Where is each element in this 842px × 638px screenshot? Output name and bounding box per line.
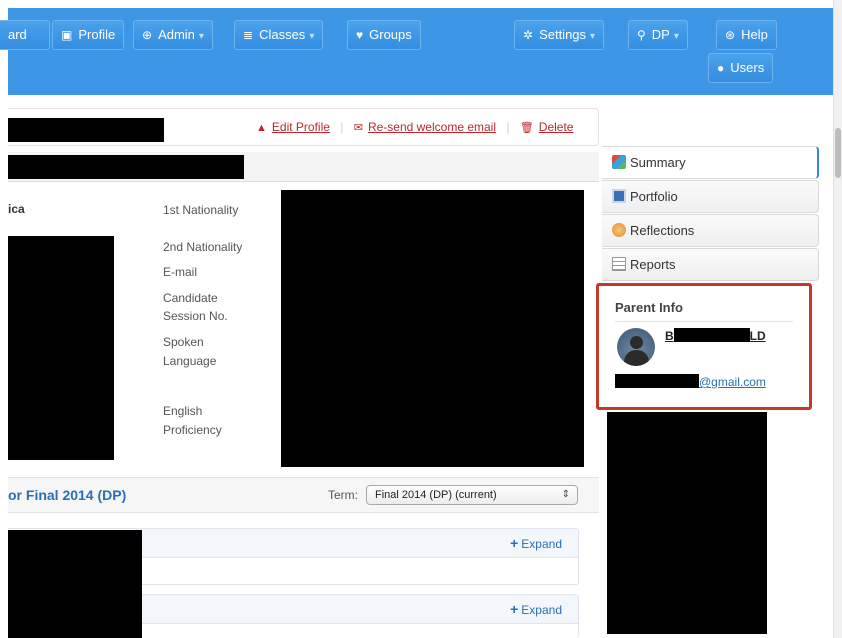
spoken-label: Spoken [163, 335, 204, 349]
chevron-down-icon: ▾ [198, 31, 204, 42]
nav-label: DP [651, 27, 670, 42]
nav-users-button[interactable]: ● Users [708, 53, 774, 83]
first-nationality-label: 1st Nationality [163, 203, 239, 217]
language-label: Language [163, 354, 217, 368]
tab-reflections[interactable]: Reflections [602, 214, 819, 247]
profile-actions: ▲ Edit Profile | ✉ Re-send welcome email |… [256, 120, 573, 134]
term-title: or Final 2014 (DP) [8, 487, 127, 503]
redacted-block [8, 155, 244, 179]
term-select-value: Final 2014 (DP) (current) [375, 489, 497, 501]
nav-label: Groups [369, 27, 412, 42]
profile-header: ▲ Edit Profile | ✉ Re-send welcome email |… [8, 108, 599, 146]
envelope-icon: ✉ [353, 122, 363, 134]
reports-icon [612, 257, 626, 271]
session-no-label: Session No. [163, 309, 228, 323]
email-label: E-mail [163, 265, 198, 279]
proficiency-label: Proficiency [163, 423, 222, 437]
parent-name-link[interactable]: B LD [665, 328, 766, 343]
gear-icon: ✲ [523, 28, 534, 42]
nav-settings-button[interactable]: ✲ Settings ▾ [514, 20, 605, 50]
search-icon: ⚲ [637, 28, 646, 42]
chevron-down-icon: ▾ [309, 31, 315, 42]
english-label: English [163, 404, 203, 418]
trophy-icon: ♥ [356, 28, 364, 42]
redacted-inline [615, 374, 699, 388]
user-icon: ● [717, 61, 725, 75]
edit-profile-link[interactable]: Edit Profile [272, 120, 330, 134]
reflections-icon [612, 223, 626, 237]
plus-icon: + [510, 601, 519, 617]
redacted-block [281, 190, 584, 467]
chevron-down-icon: ▾ [590, 31, 596, 42]
scrollbar[interactable] [833, 0, 842, 638]
delete-link[interactable]: Delete [539, 120, 574, 134]
parent-email-suffix: @gmail.com [699, 375, 766, 389]
nav-label: Classes [259, 27, 306, 42]
user-icon: ▲ [256, 122, 267, 134]
nav-label: Profile [78, 27, 116, 42]
tab-reports[interactable]: Reports [602, 248, 819, 281]
nav-groups-button[interactable]: ♥ Groups [347, 20, 421, 50]
tab-label: Reflections [630, 223, 695, 238]
nav-dashboard-button[interactable]: ard [0, 20, 50, 50]
plus-icon: + [510, 535, 519, 551]
student-info-section: ica 1st Nationality 2nd Nationality E-ma… [8, 182, 599, 477]
tab-portfolio[interactable]: Portfolio [602, 180, 819, 213]
nav-label: Users [730, 60, 765, 75]
redacted-block [607, 412, 767, 634]
redacted-block [8, 118, 164, 142]
resend-welcome-email-link[interactable]: Re-send welcome email [368, 120, 496, 134]
redacted-inline [673, 328, 750, 342]
lifebuoy-icon: ⊛ [725, 28, 736, 42]
chevron-down-icon: ▾ [673, 31, 679, 42]
trash-icon: 🗑 [519, 122, 534, 134]
redacted-block [8, 236, 114, 460]
tab-label: Portfolio [630, 189, 678, 204]
parent-info-card: Parent Info B LD @gmail.com [596, 283, 812, 410]
parent-name-start: B [665, 329, 674, 343]
nav-classes-button[interactable]: ≣ Classes ▾ [234, 20, 324, 50]
nav-profile-button[interactable]: ▣ Profile [52, 20, 125, 50]
divider: | [506, 120, 510, 134]
student-name-bar [8, 152, 599, 182]
divider [615, 321, 793, 322]
nav-dp-button[interactable]: ⚲ DP ▾ [628, 20, 688, 50]
parent-email-link[interactable]: @gmail.com [615, 374, 766, 389]
nav-admin-button[interactable]: ⊕ Admin ▾ [133, 20, 213, 50]
portfolio-icon [612, 189, 626, 203]
tab-label: Summary [630, 155, 686, 170]
nav-label: Help [741, 27, 768, 42]
expand-button[interactable]: + Expand [510, 601, 562, 617]
redacted-block [8, 530, 142, 638]
term-label: Term: [328, 488, 358, 502]
term-bar: or Final 2014 (DP) Term: Final 2014 (DP)… [8, 477, 599, 513]
avatar [617, 328, 655, 366]
tab-summary[interactable]: Summary [602, 146, 819, 179]
expand-label: Expand [521, 603, 562, 617]
expand-label: Expand [521, 537, 562, 551]
nav-label: Settings [539, 27, 587, 42]
summary-icon [612, 155, 626, 169]
expand-button[interactable]: + Expand [510, 535, 562, 551]
select-arrows-icon: ⇕ [561, 489, 570, 500]
divider: | [340, 120, 344, 134]
tab-label: Reports [630, 257, 676, 272]
top-navigation-bar: ard ▣ Profile ⊕ Admin ▾ ≣ Classes ▾ ♥ Groups ✲… [0, 8, 833, 95]
nav-label: Admin [158, 27, 195, 42]
globe-icon: ⊕ [142, 28, 153, 42]
candidate-label: Candidate [163, 291, 218, 305]
term-select[interactable]: Final 2014 (DP) (current) ⇕ [366, 485, 578, 505]
scrollbar-thumb[interactable] [835, 128, 841, 178]
list-icon: ≣ [243, 28, 254, 42]
nav-help-button[interactable]: ⊛ Help [716, 20, 777, 50]
nav-label: ard [8, 27, 27, 42]
parent-name-end: LD [749, 329, 766, 343]
second-nationality-label: 2nd Nationality [163, 240, 243, 254]
parent-info-title: Parent Info [615, 300, 683, 315]
id-card-icon: ▣ [61, 28, 73, 42]
info-partial-value: ica [8, 202, 25, 216]
